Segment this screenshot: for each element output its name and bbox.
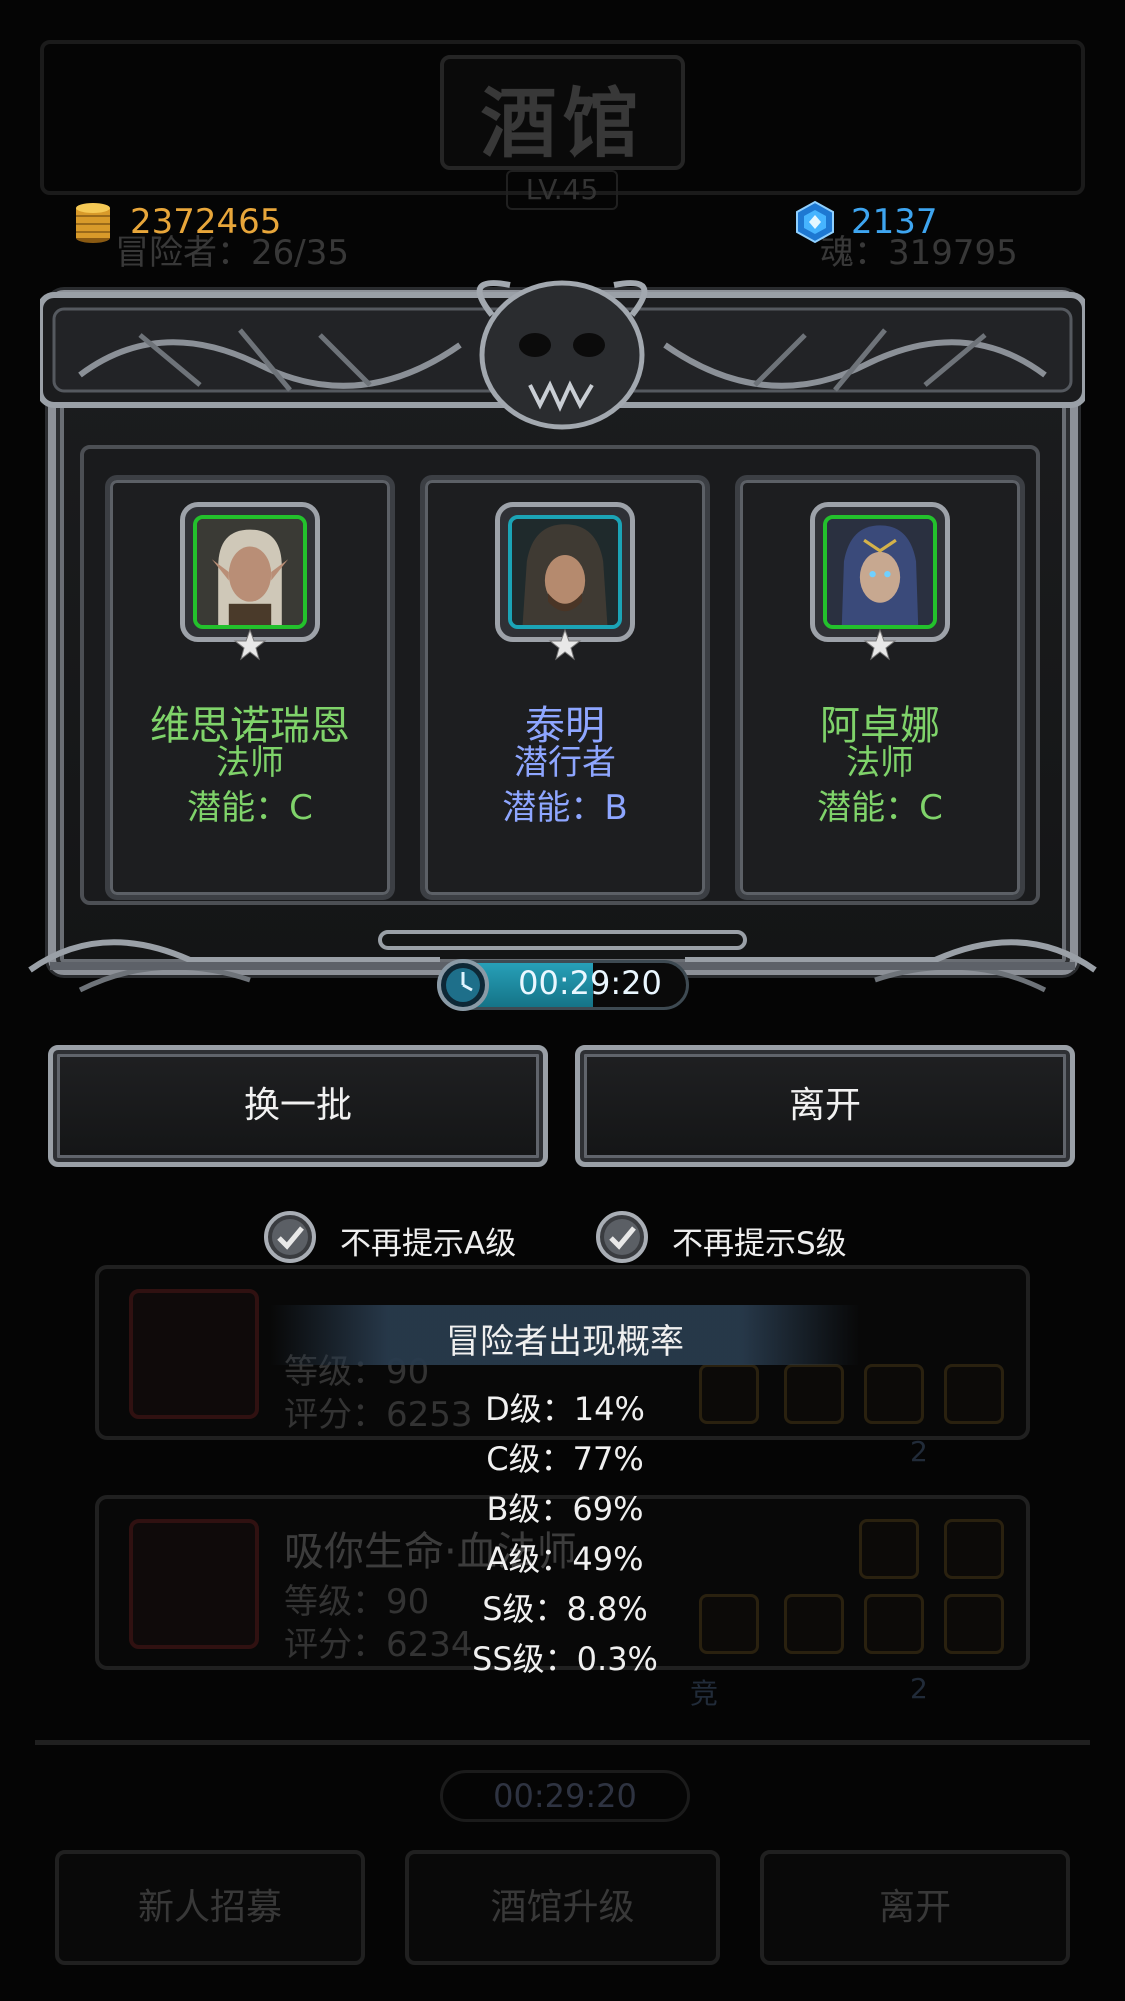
- bg-upgrade-button: 酒馆升级: [405, 1850, 720, 1965]
- hero-card[interactable]: 阿卓娜 法师 潜能：C: [735, 475, 1025, 900]
- probability-title: 冒险者出现概率: [446, 1322, 684, 1362]
- hero-portrait-frame: [180, 502, 320, 642]
- probability-row: B级：69%: [486, 1490, 644, 1528]
- hero-class: 潜行者: [514, 743, 616, 783]
- bg-equip-slot: [864, 1594, 924, 1654]
- leave-label: 离开: [788, 1085, 861, 1126]
- no-remind-s-label: 不再提示S级: [672, 1226, 847, 1262]
- no-remind-a-checkbox[interactable]: 不再提示A级: [263, 1210, 533, 1264]
- gold-coin-icon: [76, 203, 110, 243]
- hooded-rogue-portrait-icon: [512, 519, 618, 625]
- hero-portrait-frame: [810, 502, 950, 642]
- leave-button[interactable]: 离开: [575, 1045, 1075, 1167]
- elf-portrait-icon: [197, 519, 303, 625]
- bg-rank-badge: 2: [910, 1435, 928, 1468]
- bg-equip-slot: [784, 1364, 844, 1424]
- star-icon: [863, 628, 897, 661]
- gem-amount: 2137: [851, 202, 938, 242]
- refresh-batch-button[interactable]: 换一批: [48, 1045, 548, 1167]
- probability-row: A级：49%: [486, 1540, 644, 1578]
- bg-equip-slot: [784, 1594, 844, 1654]
- bg-tavern-title: 酒馆: [480, 79, 645, 168]
- hero-potential: 潜能：C: [817, 788, 943, 828]
- bg-leave-button: 离开: [760, 1850, 1070, 1965]
- no-remind-a-label: 不再提示A级: [340, 1226, 517, 1262]
- checkmark-icon: [264, 1211, 316, 1263]
- skull-ornament-icon: [40, 280, 1085, 430]
- hero-portrait-frame: [495, 502, 635, 642]
- hero-potential: 潜能：C: [187, 788, 313, 828]
- bg-equip-slot: [859, 1519, 919, 1579]
- bg-equip-slot: [944, 1594, 1004, 1654]
- probability-row: S级：8.8%: [482, 1590, 648, 1628]
- bg-timer: 00:29:20: [440, 1770, 690, 1822]
- no-remind-s-checkbox[interactable]: 不再提示S级: [595, 1210, 865, 1264]
- bg-portrait: [129, 1289, 259, 1419]
- hero-class: 法师: [216, 743, 284, 783]
- hero-portrait: [193, 515, 307, 629]
- hero-portrait: [508, 515, 622, 629]
- refresh-batch-label: 换一批: [243, 1085, 352, 1126]
- sorceress-portrait-icon: [827, 519, 933, 625]
- bg-tavern-level: LV.45: [506, 170, 618, 210]
- bg-equip-slot: [864, 1364, 924, 1424]
- star-icon: [548, 628, 582, 661]
- star-icon: [233, 628, 267, 661]
- hero-class: 法师: [846, 743, 914, 783]
- clock-icon: [437, 959, 489, 1011]
- hero-card[interactable]: 泰明 潜行者 潜能：B: [420, 475, 710, 900]
- bg-rank-badge: 2: [910, 1672, 928, 1705]
- hero-portrait: [823, 515, 937, 629]
- gold-amount: 2372465: [130, 202, 282, 242]
- bg-recruit-button: 新人招募: [55, 1850, 365, 1965]
- probability-row: C级：77%: [486, 1440, 644, 1478]
- probability-row: SS级：0.3%: [472, 1640, 658, 1678]
- diamond-gem-icon: [796, 200, 834, 244]
- hero-potential: 潜能：B: [502, 788, 628, 828]
- bg-equip-slot: [944, 1364, 1004, 1424]
- hero-card[interactable]: 维思诺瑞恩 法师 潜能：C: [105, 475, 395, 900]
- checkmark-icon: [596, 1211, 648, 1263]
- bg-equip-slot: [944, 1519, 1004, 1579]
- timer-text: 00:29:20: [518, 964, 662, 1002]
- probability-row: D级：14%: [485, 1390, 645, 1428]
- bg-portrait: [129, 1519, 259, 1649]
